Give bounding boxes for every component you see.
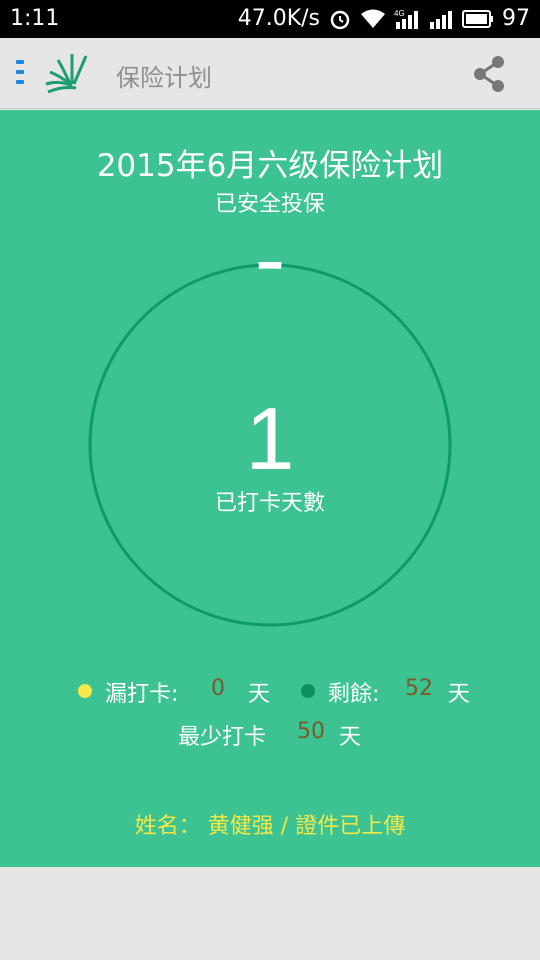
leaf-logo-icon [42,50,94,102]
wifi-icon [360,8,386,30]
remaining-unit: 天 [448,682,471,707]
checkin-label: 已打卡天數 [214,491,325,516]
menu-icon[interactable] [14,60,26,88]
alarm-icon [328,7,352,31]
remaining-label: 剩餘: [328,682,380,707]
signal-icon [428,8,454,30]
min-value: 50 [297,719,325,744]
status-time: 1:11 [10,6,60,31]
battery-icon [462,9,494,29]
plan-title: 2015年6月六级保险计划 [96,148,444,184]
signal-4g-icon: 4G [394,8,420,30]
missed-unit: 天 [248,682,271,707]
plan-card: 2015年6月六级保险计划 已安全投保 1 已打卡天數 漏打卡: 0 天 剩餘:… [0,110,540,867]
min-row: 最少打卡 50 天 [178,719,378,751]
min-unit: 天 [339,725,362,750]
network-type: 4G [394,9,405,18]
status-bar: 1:11 47.0K/s 4G 97 [0,0,540,38]
share-icon[interactable] [470,54,510,98]
plan-status: 已安全投保 [214,192,325,217]
battery-level: 97 [502,6,530,31]
min-label: 最少打卡 [178,725,267,750]
remaining-dot [301,684,315,698]
missed-label: 漏打卡: [105,682,179,707]
remaining-value: 52 [405,676,433,701]
missed-value: 0 [211,676,225,701]
missed-dot [78,684,92,698]
checkin-count: 1 [245,389,295,488]
status-icons: 47.0K/s 4G 97 [238,6,530,31]
stats-row: 漏打卡: 0 天 剩餘: 52 天 [78,676,498,708]
app-bar: 保险计划 [0,38,540,109]
network-speed: 47.0K/s [237,6,320,31]
name-line: 姓名： 黄健强 / 證件已上傳 [134,814,406,839]
app-title: 保险计划 [116,64,212,92]
